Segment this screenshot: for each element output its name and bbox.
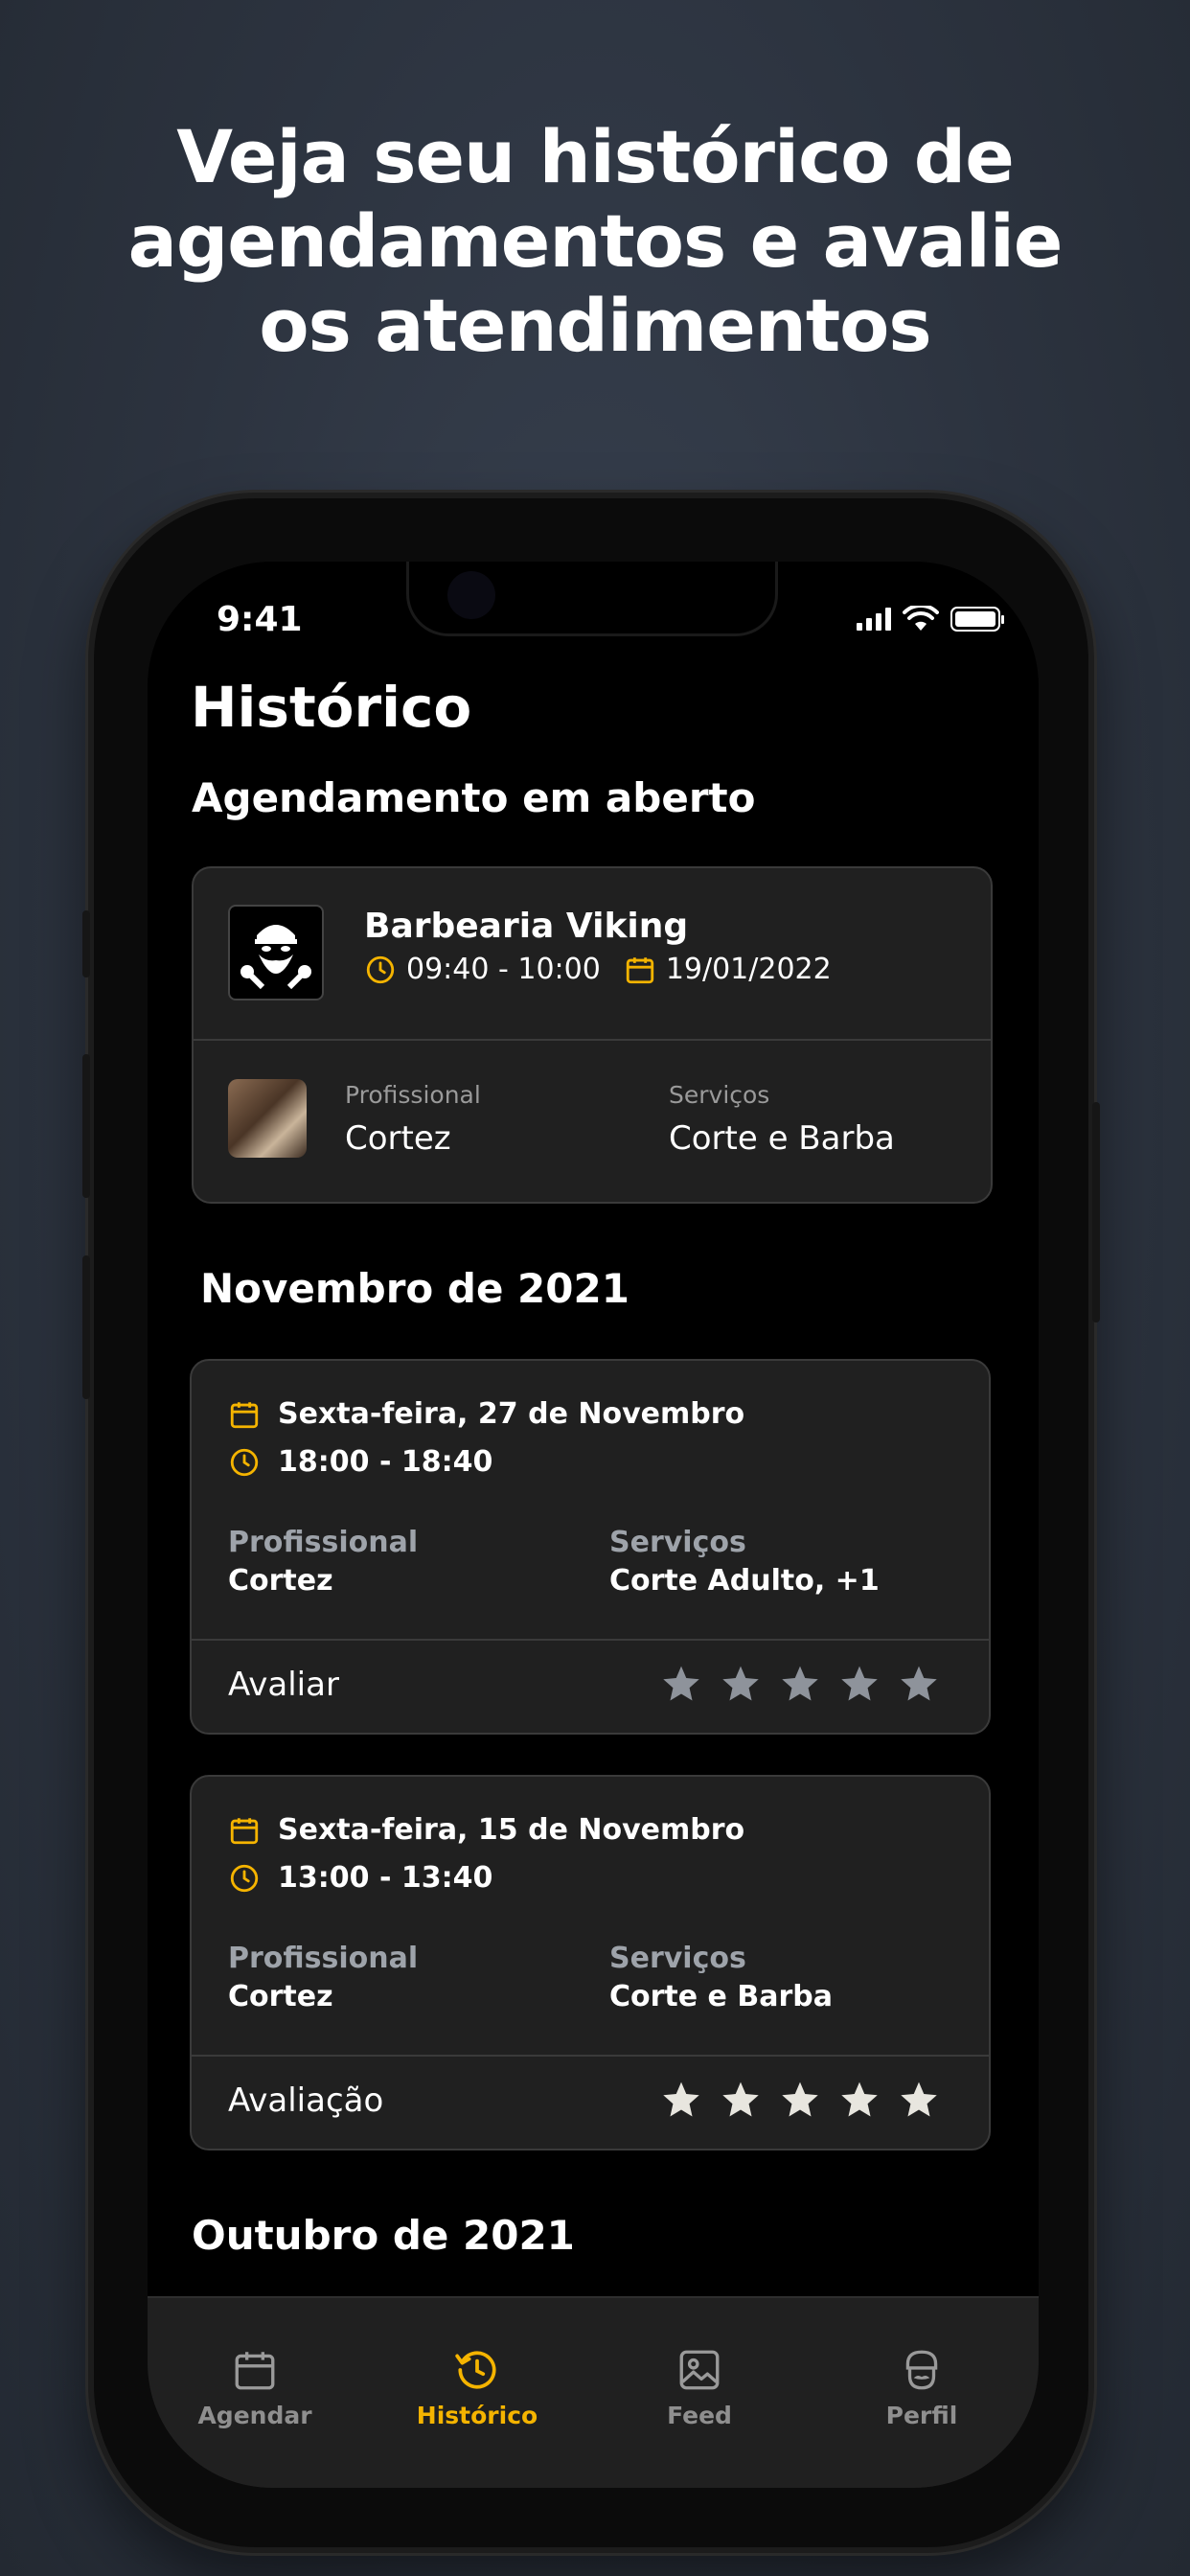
headline-line-2: agendamentos e avalie [127,198,1064,284]
services-value: Corte Adulto, +1 [609,1564,880,1598]
wifi-icon [903,606,939,631]
power-button [1092,1102,1100,1322]
history-icon [455,2351,496,2389]
history-card[interactable]: Sexta-feira, 15 de Novembro 13:00 - 13:4… [190,1775,991,2150]
volume-down-button [82,1255,90,1399]
status-time: 9:41 [217,600,303,639]
image-icon [679,2350,720,2390]
professional-label: Profissional [228,1942,419,1975]
star-filled-icon [722,2082,759,2117]
rate-label: Avaliar [228,1666,339,1704]
star-icon[interactable] [661,1664,701,1704]
barbershop-logo [228,905,324,1000]
star-filled-icon [901,2082,937,2117]
headline-line-1: Veja seu histórico de [176,114,1014,199]
professional-name: Cortez [228,1980,333,2013]
tab-label: Perfil [885,2402,958,2429]
history-date: Sexta-feira, 15 de Novembro [278,1813,745,1847]
bottom-tab-bar: Agendar Histórico Feed Perfil [148,2296,1039,2488]
month-heading-october: Outubro de 2021 [192,2212,575,2259]
services-value: Corte e Barba [669,1119,895,1158]
clock-icon [230,1448,259,1476]
cellular-signal-icon [857,608,891,631]
card-divider [192,2055,989,2057]
volume-up-button [82,1054,90,1198]
barbershop-name: Barbearia Viking [364,907,689,946]
clock-icon [366,955,395,983]
open-appointment-card[interactable]: Barbearia Viking 09:40 - 10:00 19/01/202… [192,866,993,1204]
rating-stars-input[interactable] [661,1664,939,1704]
tab-agendar[interactable]: Agendar [159,2346,351,2429]
section-title-open: Agendamento em aberto [192,774,756,821]
month-heading-november: Novembro de 2021 [200,1265,629,1312]
clock-icon [230,1864,259,1892]
professional-label: Profissional [228,1526,419,1559]
services-label: Serviços [669,1081,770,1109]
rating-label: Avaliação [228,2082,384,2120]
history-date: Sexta-feira, 27 de Novembro [278,1397,745,1431]
star-icon[interactable] [839,1664,880,1704]
services-label: Serviços [609,1942,746,1975]
tab-label: Histórico [416,2402,538,2429]
calendar-icon [230,1817,259,1844]
star-icon[interactable] [780,1664,820,1704]
phone-screen: 9:41 Histórico Agendamento em aberto Bar… [148,562,1039,2488]
star-filled-icon [782,2082,818,2117]
calendar-icon [230,1401,259,1428]
rating-stars [661,2080,939,2120]
card-divider [194,1039,991,1041]
mute-switch [82,910,90,978]
tab-label: Feed [667,2402,732,2429]
appointment-time: 09:40 - 10:00 [406,953,601,986]
star-filled-icon [841,2082,878,2117]
page-title: Histórico [191,675,472,740]
tab-historico[interactable]: Histórico [381,2346,573,2429]
front-camera [447,571,495,619]
star-icon[interactable] [721,1664,761,1704]
calendar-icon [235,2352,275,2390]
appointment-date: 19/01/2022 [665,953,832,986]
professional-name: Cortez [345,1119,451,1158]
services-label: Serviços [609,1526,746,1559]
tab-label: Agendar [197,2402,312,2429]
calendar-icon [626,956,653,983]
promo-headline: Veja seu histórico de agendamentos e ava… [0,115,1190,368]
card-divider [192,1639,989,1641]
tab-feed[interactable]: Feed [604,2346,795,2429]
services-value: Corte e Barba [609,1980,833,2013]
professional-avatar [228,1079,307,1158]
professional-name: Cortez [228,1564,333,1598]
professional-label: Profissional [345,1081,481,1109]
history-time: 18:00 - 18:40 [278,1445,493,1479]
barber-profile-icon [905,2350,938,2390]
battery-icon [950,607,1004,632]
headline-line-3: os atendimentos [259,283,931,368]
notch [406,562,778,636]
history-time: 13:00 - 13:40 [278,1861,493,1895]
history-card[interactable]: Sexta-feira, 27 de Novembro 18:00 - 18:4… [190,1359,991,1735]
star-filled-icon [663,2082,699,2117]
star-icon[interactable] [899,1664,939,1704]
tab-perfil[interactable]: Perfil [826,2346,1018,2429]
